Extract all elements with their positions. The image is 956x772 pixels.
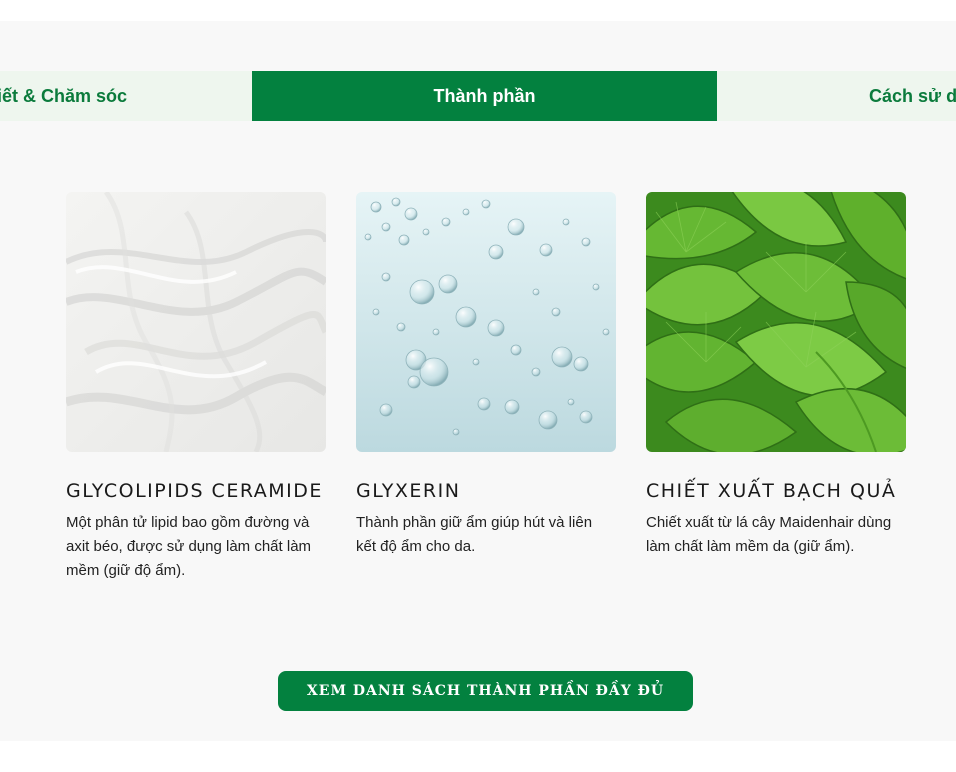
ingredient-description: Một phân tử lipid bao gồm đường và axit …: [66, 514, 312, 579]
cream-texture-image: [66, 192, 326, 452]
ingredient-card: CHIẾT XUẤT BẠCH QUẢ Chiết xuất từ lá cây…: [646, 192, 906, 559]
view-full-ingredients-label: XEM DANH SÁCH THÀNH PHẦN ĐẦY ĐỦ: [306, 683, 665, 699]
tab-ingredients[interactable]: Thành phần: [252, 71, 717, 121]
ginkgo-leaves-image: [646, 192, 906, 452]
ingredient-title: GLYXERIN: [356, 480, 461, 502]
tab-details-care-label: Chi tiết & Chăm sóc: [0, 85, 127, 106]
ingredient-title: CHIẾT XUẤT BẠCH QUẢ: [646, 480, 897, 502]
tab-how-to-use[interactable]: Cách sử dụng: [717, 71, 956, 121]
ingredient-description: Chiết xuất từ lá cây Maidenhair dùng làm…: [646, 514, 892, 555]
ingredient-description: Thành phần giữ ẩm giúp hút và liên kết đ…: [356, 514, 593, 555]
ingredient-title: GLYCOLIPIDS CERAMIDE: [66, 480, 323, 502]
view-full-ingredients-button[interactable]: XEM DANH SÁCH THÀNH PHẦN ĐẦY ĐỦ: [278, 671, 693, 711]
product-tabs: Chi tiết & Chăm sóc Thành phần Cách sử d…: [0, 71, 956, 121]
tab-ingredients-label: Thành phần: [433, 85, 536, 106]
ingredient-card: GLYCOLIPIDS CERAMIDE Một phân tử lipid b…: [66, 192, 326, 583]
water-bubbles-image: [356, 192, 616, 452]
ingredients-section: Chi tiết & Chăm sóc Thành phần Cách sử d…: [0, 21, 956, 741]
tab-how-to-use-label: Cách sử dụng: [869, 85, 956, 106]
ingredient-card: GLYXERIN Thành phần giữ ẩm giúp hút và l…: [356, 192, 616, 559]
tab-details-care[interactable]: Chi tiết & Chăm sóc: [0, 71, 252, 121]
